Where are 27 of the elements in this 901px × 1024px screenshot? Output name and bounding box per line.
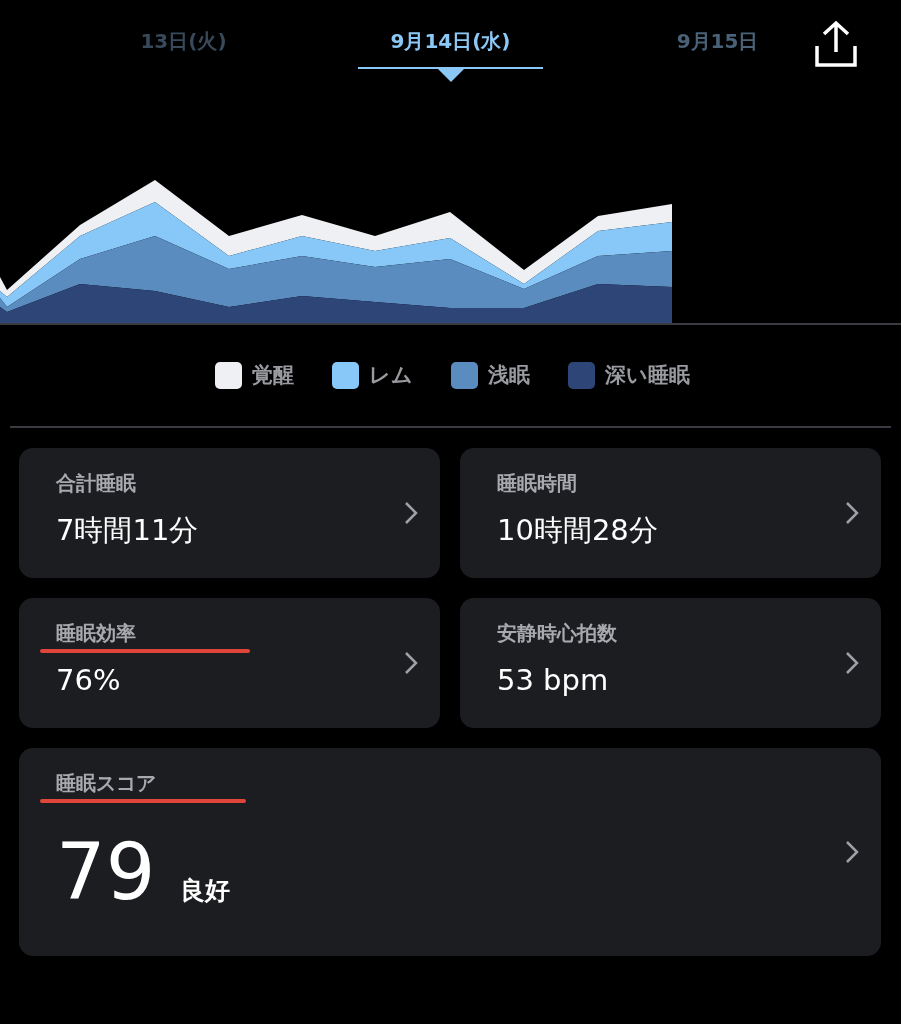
card-label: 睡眠効率 bbox=[56, 620, 136, 647]
card-value: 7時間11分 bbox=[56, 512, 199, 549]
card-label: 合計睡眠 bbox=[56, 470, 136, 497]
card-value: 53 bpm bbox=[497, 662, 609, 699]
legend-label: 深い睡眠 bbox=[605, 362, 690, 389]
legend-label: レム bbox=[369, 362, 413, 389]
legend-label: 浅眠 bbox=[488, 362, 530, 389]
chevron-icon bbox=[404, 501, 418, 525]
share-icon[interactable] bbox=[812, 20, 860, 68]
date-tab[interactable]: 9月14日(水) bbox=[358, 28, 543, 82]
stat-card[interactable]: 睡眠効率 76% bbox=[19, 598, 440, 728]
card-label: 安静時心拍数 bbox=[497, 620, 617, 647]
score-value: 79 bbox=[56, 827, 156, 917]
score-rating: 良好 bbox=[180, 875, 231, 907]
stat-card[interactable]: 安静時心拍数 53 bpm bbox=[460, 598, 881, 728]
card-label: 睡眠時間 bbox=[497, 470, 577, 497]
chevron-icon bbox=[845, 840, 859, 864]
legend-label: 覚醒 bbox=[252, 362, 294, 389]
chevron-icon bbox=[845, 651, 859, 675]
card-value: 10時間28分 bbox=[497, 512, 658, 549]
chevron-icon bbox=[845, 501, 859, 525]
chevron-icon bbox=[404, 651, 418, 675]
card-label: 睡眠スコア bbox=[56, 770, 156, 797]
card-value: 76% bbox=[56, 662, 121, 699]
stat-card[interactable]: 合計睡眠 7時間11分 bbox=[19, 448, 440, 578]
sleep-score-card[interactable]: 睡眠スコア 79 良好 bbox=[19, 748, 881, 956]
stat-card[interactable]: 睡眠時間 10時間28分 bbox=[460, 448, 881, 578]
